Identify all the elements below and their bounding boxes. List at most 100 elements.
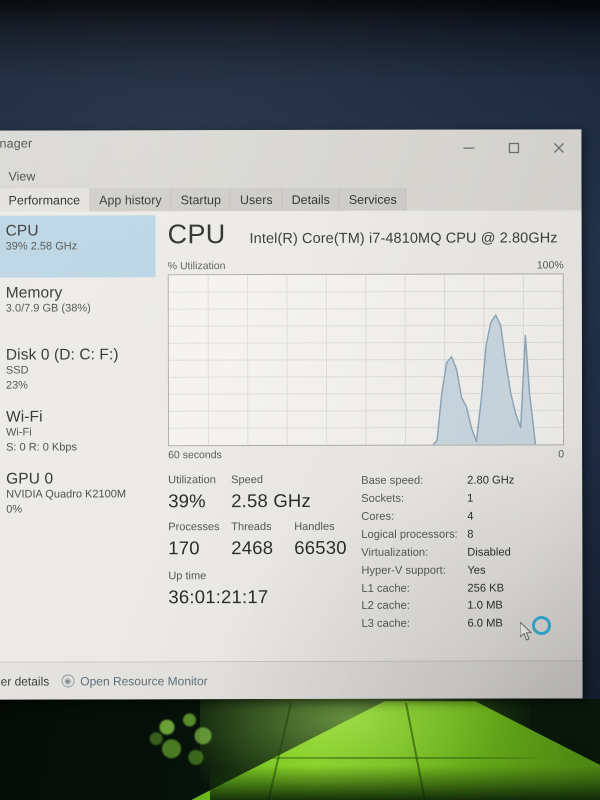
spec-hyperv-support: Hyper-V support: Yes [361, 562, 564, 580]
cpu-labels: CPU 39% 2.58 GHz [6, 222, 78, 254]
cpu-utilization-graph[interactable] [167, 273, 565, 447]
disk-labels: Disk 0 (D: C: F:) SSD 23% [6, 346, 119, 393]
spec-logical-processors-key: Logical processors: [361, 528, 458, 541]
screen-bezel-top [0, 0, 600, 16]
stat-utilization: Utilization 39% [168, 472, 231, 512]
sidebar-item-memory[interactable]: Memory 3.0/7.9 GB (38%) [0, 277, 156, 339]
maximize-button[interactable] [491, 135, 536, 159]
spec-l3-cache: L3 cache: 6.0 MB [361, 616, 564, 634]
sidebar-cpu-title: CPU [5, 222, 39, 240]
tent-seam-horizontal [210, 757, 540, 759]
spec-virtualization-key: Virtualization: [361, 546, 429, 559]
sidebar-item-gpu0[interactable]: GPU 0 NVIDIA Quadro K2100M 0% [0, 463, 156, 525]
stat-processes: Processes 170 [168, 519, 231, 559]
sidebar-memory-title: Memory [5, 284, 63, 302]
sidebar-disk-sub2: 23% [5, 379, 28, 392]
spec-l3-cache-key: L3 cache: [361, 618, 410, 631]
spec-cores-value: 4 [467, 510, 474, 523]
status-bar: er details ◉ Open Resource Monitor [0, 660, 583, 700]
graph-y-max-label: 100% [536, 259, 564, 272]
spec-sockets: Sockets: 1 [361, 490, 564, 508]
tab-details[interactable]: Details [282, 187, 340, 211]
graph-axis-labels-top: % Utilization 100% [168, 259, 564, 272]
menu-item-view[interactable]: View [0, 169, 44, 183]
spec-l1-cache: L1 cache: 256 KB [361, 580, 564, 598]
sidebar-wifi-sub1: Wi-Fi [6, 426, 32, 439]
sidebar-disk-sub1: SSD [5, 364, 29, 377]
sidebar-cpu-sub: 39% 2.58 GHz [5, 240, 78, 253]
minimize-icon [463, 146, 475, 149]
open-resource-monitor-label: Open Resource Monitor [80, 673, 208, 688]
sidebar-wifi-sub2: S: 0 R: 0 Kbps [6, 441, 78, 454]
tab-startup[interactable]: Startup [171, 188, 231, 212]
performance-pane: CPU 39% 2.58 GHz Memory 3.0/7.9 GB (38%) [0, 210, 583, 662]
stats-left-column: Utilization 39% Speed 2.58 GHz Processes… [168, 472, 361, 635]
grass [210, 766, 600, 800]
cpu-detail-panel: CPU Intel(R) Core(TM) i7-4810MQ CPU @ 2.… [155, 210, 583, 662]
fewer-details-button[interactable]: er details [1, 674, 50, 688]
spec-base-speed-key: Base speed: [361, 474, 424, 487]
stat-handles-label: Handles [294, 521, 335, 534]
spec-sockets-key: Sockets: [361, 492, 405, 505]
resource-monitor-icon: ◉ [61, 674, 75, 688]
close-icon [553, 142, 564, 153]
tab-performance[interactable]: Performance [0, 188, 91, 212]
spec-l2-cache: L2 cache: 1.0 MB [361, 598, 564, 616]
stat-uptime-value: 36:01:21:17 [168, 586, 269, 608]
memory-labels: Memory 3.0/7.9 GB (38%) [6, 284, 91, 316]
graph-x-left-label: 60 seconds [168, 449, 222, 462]
sidebar-gpu-sub2: 0% [6, 503, 23, 516]
gpu-labels: GPU 0 NVIDIA Quadro K2100M 0% [6, 470, 126, 517]
stat-processes-value: 170 [168, 537, 200, 559]
spec-l3-cache-value: 6.0 MB [467, 617, 503, 630]
minimize-button[interactable] [446, 136, 491, 160]
page-title: CPU [167, 219, 226, 250]
spec-virtualization-value: Disabled [467, 546, 511, 559]
spec-cores-key: Cores: [361, 510, 395, 523]
spec-hyperv-support-key: Hyper-V support: [361, 564, 446, 577]
spec-l1-cache-key: L1 cache: [361, 582, 410, 595]
sidebar-memory-sub: 3.0/7.9 GB (38%) [5, 302, 91, 315]
spec-base-speed-value: 2.80 GHz [467, 474, 515, 487]
spec-logical-processors: Logical processors: 8 [361, 526, 564, 544]
window-title: nager [0, 136, 33, 151]
sidebar-disk-title: Disk 0 (D: C: F:) [5, 346, 119, 364]
stat-processes-label: Processes [168, 521, 220, 534]
spec-sockets-value: 1 [467, 492, 474, 505]
stat-threads: Threads 2468 [231, 519, 294, 559]
spec-l1-cache-value: 256 KB [467, 582, 505, 595]
menu-bar: View [0, 162, 582, 189]
cpu-header: CPU Intel(R) Core(TM) i7-4810MQ CPU @ 2.… [168, 216, 564, 250]
stats-row-2: Processes 170 Threads 2468 Handles 66530 [168, 519, 361, 560]
window-controls [446, 135, 581, 162]
sidebar-item-cpu[interactable]: CPU 39% 2.58 GHz [0, 215, 156, 278]
sidebar-gpu-title: GPU 0 [6, 470, 54, 488]
spec-l2-cache-value: 1.0 MB [467, 599, 503, 613]
stat-handles-value: 66530 [294, 537, 347, 559]
cpu-model-name: Intel(R) Core(TM) i7-4810MQ CPU @ 2.80GH… [249, 230, 558, 248]
graph-axis-labels-bottom: 60 seconds 0 [168, 448, 564, 461]
tab-users[interactable]: Users [230, 187, 283, 212]
desktop-wallpaper-tent [0, 699, 600, 800]
spec-base-speed: Base speed: 2.80 GHz [361, 472, 564, 490]
stat-speed: Speed 2.58 GHz [231, 472, 311, 512]
tab-services[interactable]: Services [339, 187, 407, 211]
tab-strip-filler [406, 187, 582, 211]
spec-l2-cache-key: L2 cache: [361, 600, 410, 613]
stat-handles: Handles 66530 [294, 519, 361, 559]
sidebar-item-wifi[interactable]: Wi-Fi Wi-Fi S: 0 R: 0 Kbps [0, 401, 156, 463]
sidebar-wifi-title: Wi-Fi [5, 408, 43, 426]
task-manager-window: nager View Performance App history Start… [0, 129, 583, 700]
maximize-icon [508, 142, 520, 153]
stat-uptime: Up time 36:01:21:17 [168, 568, 361, 609]
stat-speed-label: Speed [231, 474, 263, 487]
cpu-specs-list: Base speed: 2.80 GHz Sockets: 1 Cores: 4… [361, 471, 564, 634]
cpu-statistics: Utilization 39% Speed 2.58 GHz Processes… [168, 471, 564, 634]
stat-speed-value: 2.58 GHz [231, 489, 311, 512]
close-button[interactable] [536, 135, 581, 159]
sidebar-item-disk0[interactable]: Disk 0 (D: C: F:) SSD 23% [0, 339, 156, 401]
open-resource-monitor-link[interactable]: ◉ Open Resource Monitor [61, 673, 208, 688]
sidebar-gpu-sub1: NVIDIA Quadro K2100M [6, 488, 127, 501]
tab-app-history[interactable]: App history [90, 188, 172, 212]
stat-threads-value: 2468 [231, 537, 274, 559]
